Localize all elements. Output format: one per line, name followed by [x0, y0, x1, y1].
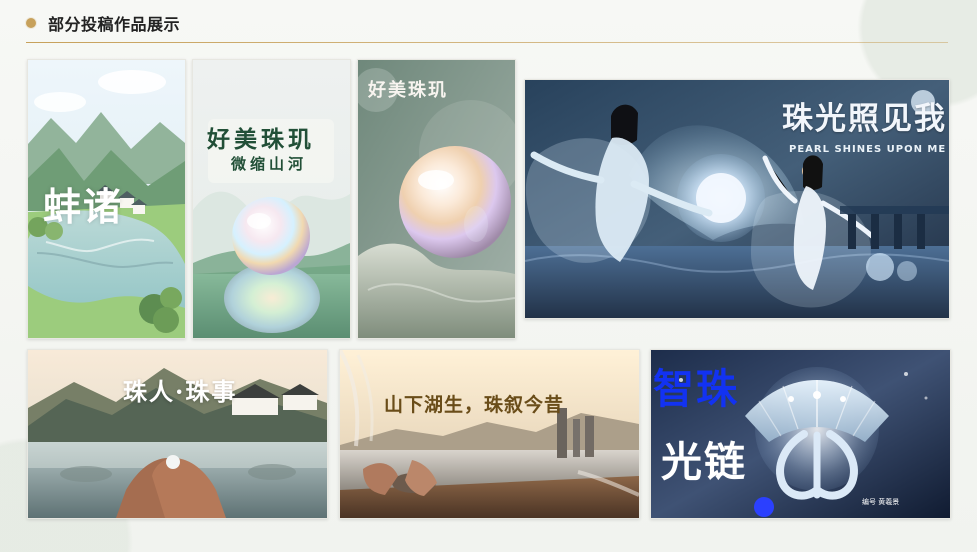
artwork-card-6: 山下湖生，珠叙今昔: [339, 349, 640, 519]
artwork-card-3: 好美珠玑: [357, 59, 516, 339]
artwork-subtitle-4: PEARL SHINES UPON ME: [789, 144, 947, 155]
artwork-card-7: 智珠 光链 编号 黄羲景: [650, 349, 951, 519]
artwork-subtitle-2: 微缩山河: [231, 155, 308, 173]
artwork-image-6: [340, 350, 639, 518]
artwork-title-7a: 智珠: [653, 365, 739, 413]
artwork-card-1: 蚌诸: [27, 59, 186, 339]
artwork-title-6: 山下湖生，珠叙今昔: [384, 394, 565, 416]
title-divider: [26, 42, 948, 43]
artwork-caption-7: 编号 黄羲景: [862, 498, 900, 506]
artwork-card-4: 珠光照见我 PEARL SHINES UPON ME: [524, 79, 950, 319]
artwork-title-2: 好美珠玑: [207, 126, 315, 153]
artwork-title-5: 珠人·珠事: [123, 377, 238, 406]
page-header: 部分投稿作品展示: [26, 12, 180, 34]
page-title: 部分投稿作品展示: [48, 15, 181, 34]
title-marker-dot: [26, 18, 36, 28]
artwork-title-7b: 光链: [661, 438, 747, 486]
artwork-title-4: 珠光照见我: [782, 101, 947, 137]
artwork-title-3: 好美珠玑: [368, 80, 448, 101]
artwork-title-1: 蚌诸: [43, 184, 124, 229]
artwork-card-2: 好美珠玑 微缩山河: [192, 59, 351, 339]
artwork-card-5: 珠人·珠事: [27, 349, 328, 519]
artwork-image-2: [193, 60, 350, 338]
